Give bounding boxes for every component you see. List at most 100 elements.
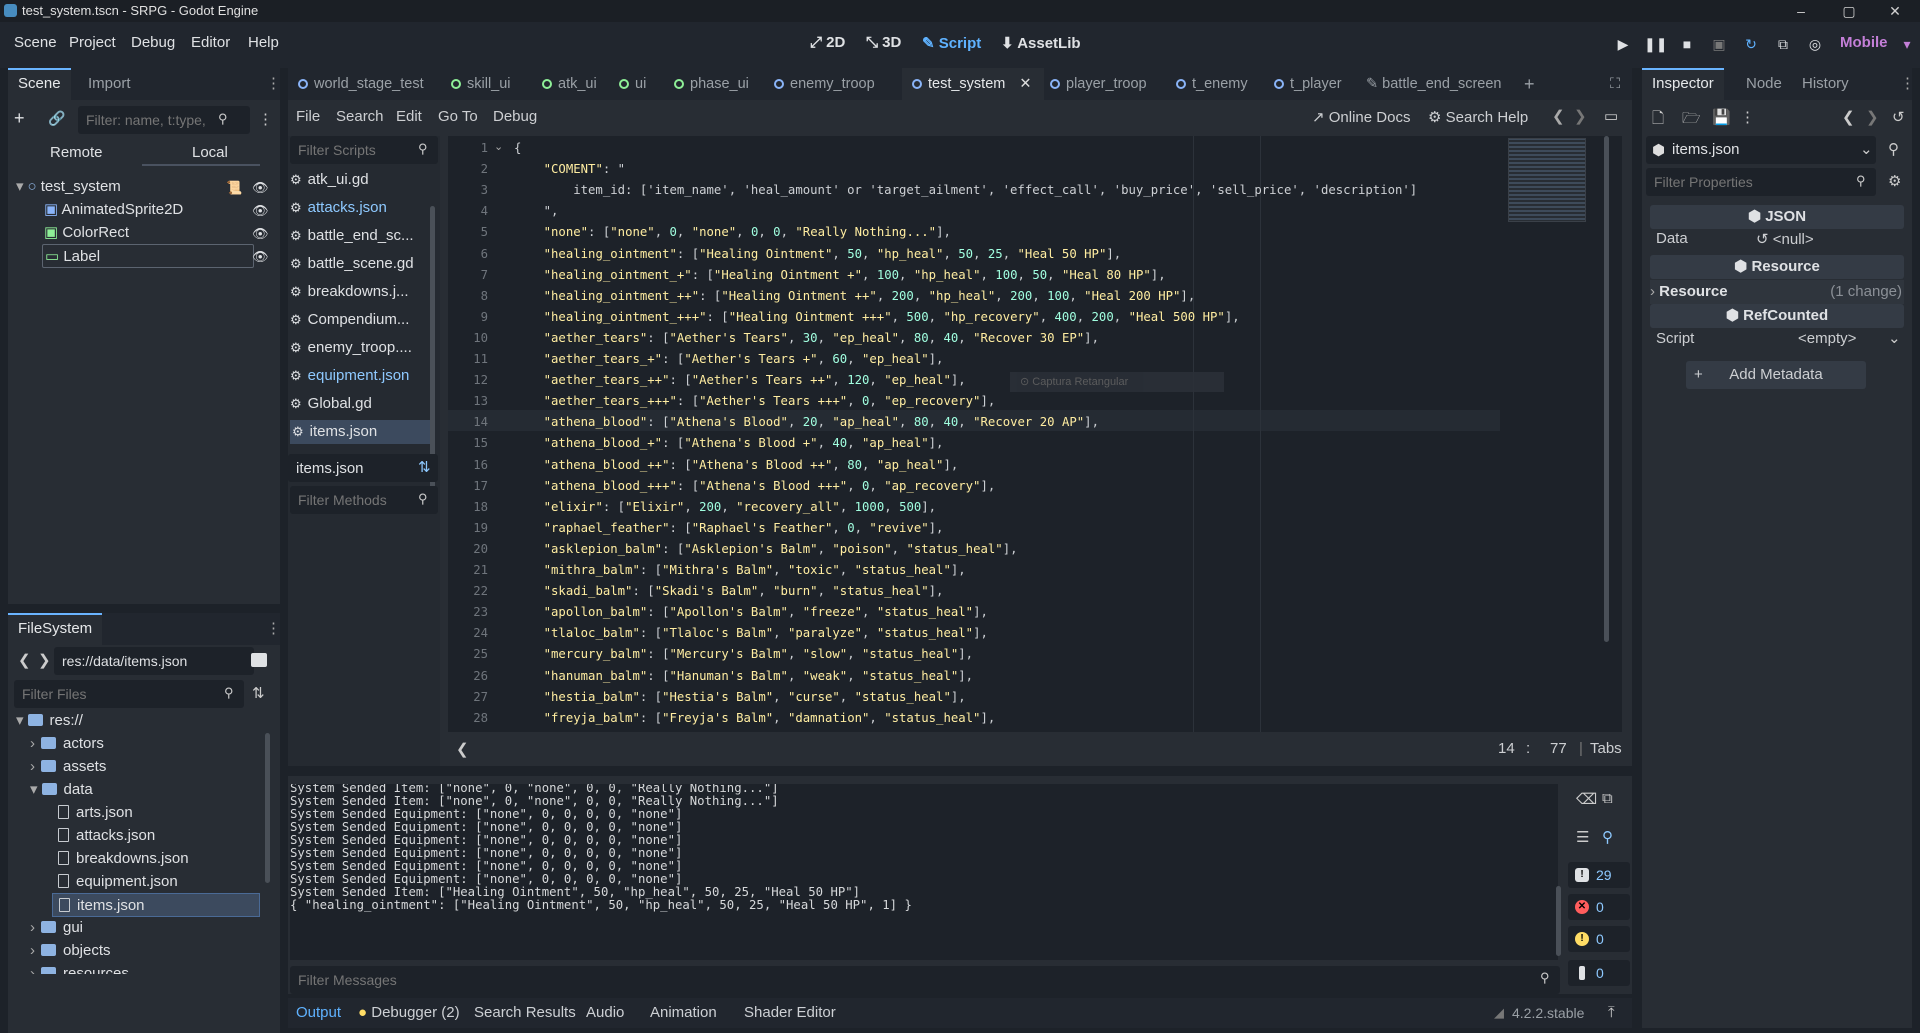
code-scrollbar[interactable] [1604,136,1609,642]
new-resource-icon[interactable]: 🗋 [1652,108,1664,133]
toggle-scripts-panel-icon[interactable]: ▭ [1604,107,1618,125]
fs-scrollbar[interactable] [265,733,270,883]
script-item[interactable]: ⚙ battle_scene.gd [290,252,430,276]
script-property-value[interactable]: <empty> [1798,330,1856,347]
collapse-messages-icon[interactable]: ☰ [1576,828,1589,846]
remote-tab[interactable]: Remote [50,144,103,161]
filter-messages-input[interactable] [290,966,1560,994]
reload-icon[interactable]: ↻ [1740,33,1762,55]
workspace-script-button[interactable]: ✎ Script [922,34,981,52]
history-back-icon[interactable]: ❮ [1842,108,1855,126]
script-menu-debug[interactable]: Debug [493,108,537,125]
add-node-icon[interactable]: + [14,108,25,129]
play-icon[interactable]: ▶ [1612,33,1634,55]
collapse-arrow-icon[interactable]: ▾ [30,781,38,798]
renderer-chevron-icon[interactable]: ▾ [1896,33,1918,55]
expand-panel-icon[interactable]: ⤒ [1608,998,1615,1028]
prev-script-icon[interactable]: ❮ [1552,107,1565,125]
path-input[interactable] [54,647,254,675]
warning-count-toggle[interactable]: ! 0 [1568,926,1630,952]
remote-debug-icon[interactable]: ▣ [1708,33,1730,55]
tab-t-enemy[interactable]: t_enemy [1176,68,1248,100]
script-item[interactable]: ⚙ equipment.json [290,364,430,388]
script-menu-search[interactable]: Search [336,108,384,125]
object-history-icon[interactable]: ↺ [1892,108,1905,126]
minimize-button[interactable]: – [1776,0,1826,22]
script-menu-file[interactable]: File [296,108,320,125]
expand-arrow-icon[interactable]: › [30,919,35,936]
history-forward-icon[interactable]: ❯ [1866,108,1879,126]
search-help-button[interactable]: ⚙ Search Help [1428,108,1528,126]
tab-node[interactable]: Node [1736,68,1792,100]
tab-atk-ui[interactable]: atk_ui [542,68,597,100]
object-properties-icon[interactable]: ⚲ [1888,140,1899,158]
tab-inspector[interactable]: Inspector [1642,68,1724,100]
play-scene-icon[interactable]: ⧉ [1772,33,1794,55]
tab-audio[interactable]: Audio [586,998,624,1028]
expand-arrow-icon[interactable]: › [1650,283,1659,300]
more-options-icon[interactable]: ⋮ [1740,108,1755,126]
visibility-eye-icon[interactable]: 👁 [252,249,269,265]
filter-files-input[interactable] [14,680,244,708]
online-docs-button[interactable]: ↗ Online Docs [1312,108,1410,126]
tab-scene[interactable]: Scene [8,68,71,100]
output-scrollbar[interactable] [1556,886,1561,956]
fs-folder-res[interactable]: ▾ res:// [16,709,83,733]
collapse-arrow-icon[interactable]: ▾ [16,712,24,729]
fs-file-breakdowns[interactable]: breakdowns.json [58,847,189,871]
copy-output-icon[interactable]: ⧉ [1602,790,1613,807]
expand-arrow-icon[interactable]: › [30,735,35,752]
fs-folder-data[interactable]: ▾ data [30,778,93,802]
scene-node-root[interactable]: ▾ ○ test_system [16,175,121,199]
workspace-3d-button[interactable]: ⤡ 3D [866,34,901,51]
scene-options-icon[interactable]: ⋮ [258,110,273,128]
stop-icon[interactable]: ■ [1676,33,1698,55]
add-tab-icon[interactable]: + [1524,68,1535,100]
dock-menu-icon[interactable]: ⋮ [266,74,281,92]
tab-output[interactable]: Output [296,998,341,1028]
tab-search-results[interactable]: Search Results [474,998,576,1028]
script-item[interactable]: ⚙ battle_end_sc... [290,224,430,248]
chevron-down-icon[interactable]: ⌄ [1860,140,1873,158]
maximize-button[interactable]: ▢ [1824,0,1874,22]
add-metadata-button[interactable]: + Add Metadata [1686,361,1866,389]
next-script-icon[interactable]: ❯ [1574,107,1587,125]
fs-folder-gui[interactable]: › gui [30,916,83,940]
menu-scene[interactable]: Scene [14,34,57,51]
revert-icon[interactable]: ↺ [1756,231,1773,248]
tab-player-troop[interactable]: player_troop [1050,68,1147,100]
script-item[interactable]: ⚙ Compendium... [290,308,430,332]
fold-arrow-icon[interactable]: ⌄ [494,140,503,153]
tab-animation[interactable]: Animation [650,998,717,1028]
attached-script-icon[interactable]: 📜 [226,180,242,196]
menu-project[interactable]: Project [69,34,116,51]
tab-debugger[interactable]: ● Debugger (2) [358,998,460,1028]
sort-icon[interactable]: ⇅ [418,458,431,476]
script-item[interactable]: ⚙ enemy_troop.... [290,336,430,360]
fs-folder-objects[interactable]: › objects [30,939,111,963]
close-tab-icon[interactable]: ✕ [1019,76,1031,92]
indent-mode[interactable]: Tabs [1590,740,1622,757]
script-item[interactable]: ⚙ breakdowns.j... [290,280,430,304]
data-property-value[interactable]: ↺ <null> [1756,230,1814,248]
fs-file-attacks[interactable]: attacks.json [58,824,155,848]
scene-node-colorrect[interactable]: ▣ ColorRect [44,221,129,245]
scene-node-animatedsprite[interactable]: ▣ AnimatedSprite2D [44,198,183,222]
save-resource-icon[interactable]: 💾 [1712,108,1731,126]
sort-icon[interactable]: ⇅ [252,684,265,702]
collapse-arrow-icon[interactable]: ▾ [16,178,24,195]
tab-test-system[interactable]: test_system ✕ [902,68,1044,100]
filter-methods-input[interactable] [290,486,438,514]
code-area[interactable]: 1 2 3 4 5 6 7 8 9 10 11 12 13 14 15 16 17 18 19 20 21 22 23 24 2… [448,136,1622,732]
instance-scene-icon[interactable]: 🔗 [48,110,65,127]
tab-ui[interactable]: ui [619,68,646,100]
scripts-scrollbar[interactable] [430,206,435,496]
workspace-assetlib-button[interactable]: ⬇ AssetLib [1001,34,1081,52]
dock-menu-icon[interactable]: ⋮ [266,619,281,637]
expand-arrow-icon[interactable]: › [30,942,35,959]
minimap-viewport[interactable] [1508,138,1586,222]
fs-folder-actors[interactable]: › actors [30,732,104,756]
filter-properties-input[interactable] [1646,168,1876,196]
visibility-eye-icon[interactable]: 👁 [252,226,269,242]
back-icon[interactable]: ❮ [18,651,31,669]
